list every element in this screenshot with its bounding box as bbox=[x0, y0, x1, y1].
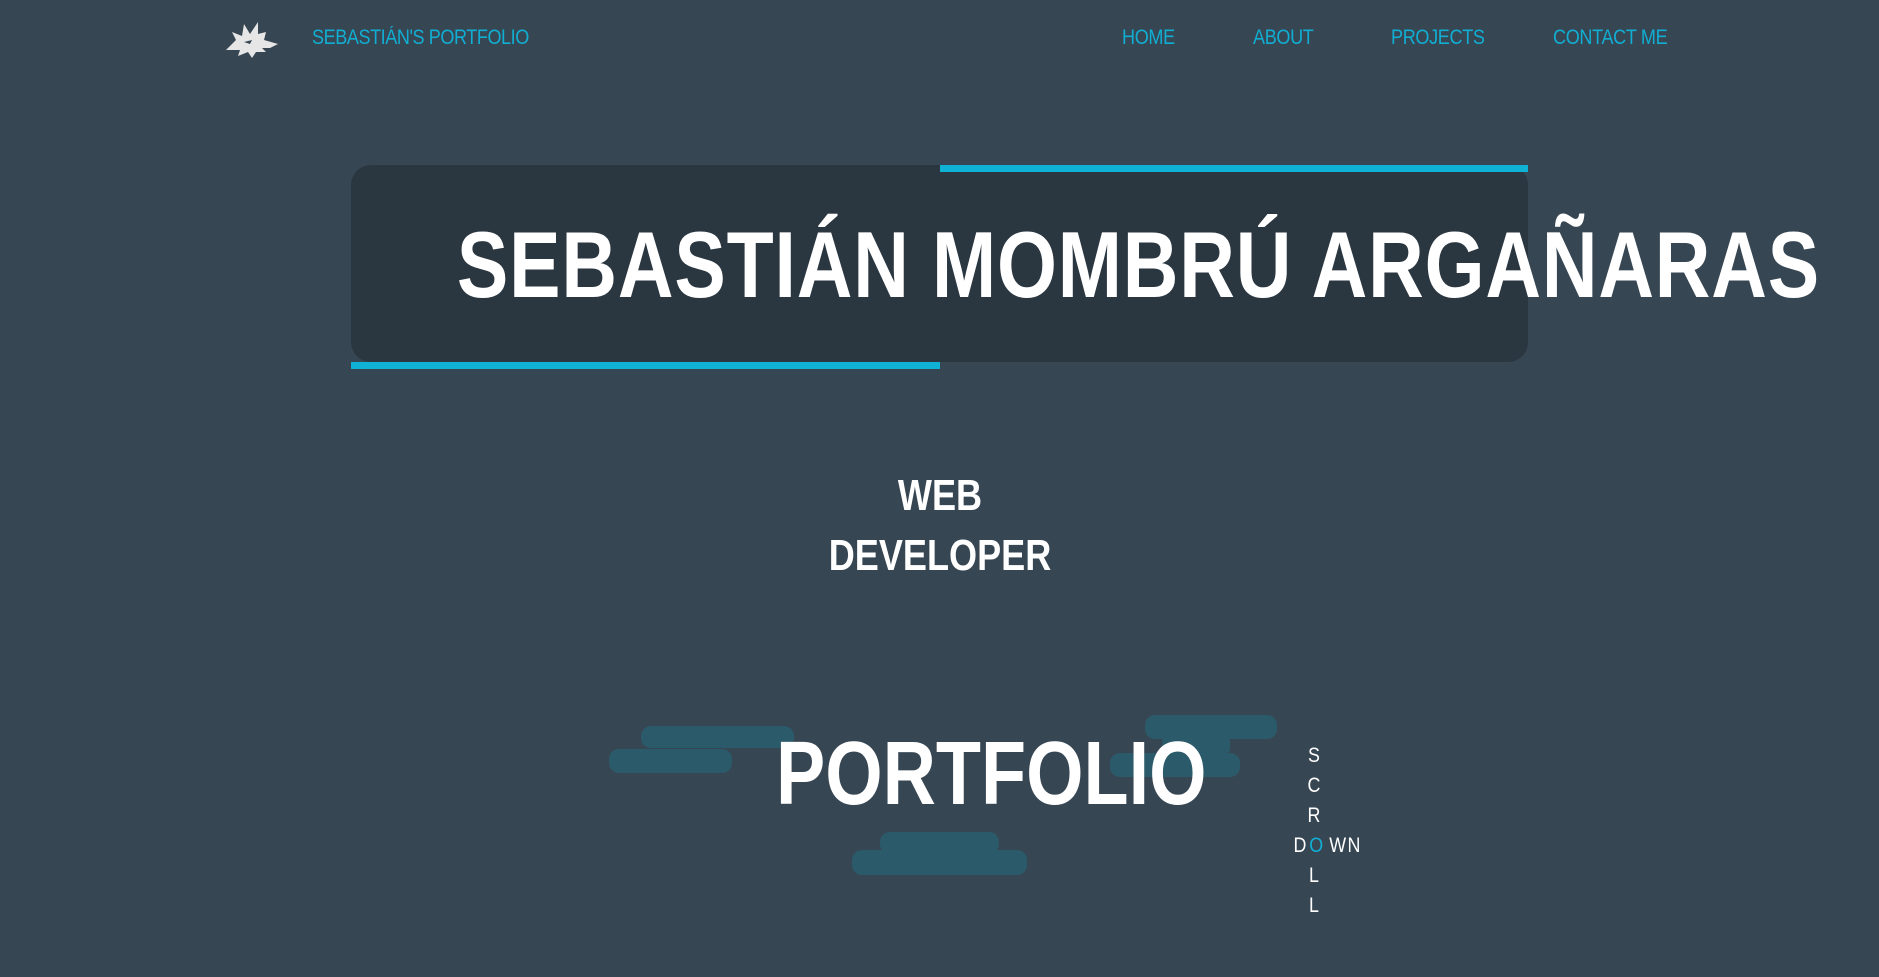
nav-link-contact-me[interactable]: CONTACT ME bbox=[1553, 26, 1668, 50]
hero-accent-bar-bottom bbox=[351, 362, 940, 369]
cloud-decoration bbox=[641, 726, 794, 748]
nav-link-projects[interactable]: PROJECTS bbox=[1391, 26, 1485, 50]
wolf-head-icon[interactable] bbox=[222, 20, 282, 60]
hero-role-line-1: WEB bbox=[897, 471, 983, 520]
cloud-decoration bbox=[609, 749, 732, 773]
nav-link-about[interactable]: ABOUT bbox=[1253, 26, 1314, 50]
hero-name: SEBASTIÁN MOMBRÚ ARGAÑARAS bbox=[456, 212, 1821, 317]
brand-link[interactable]: SEBASTIÁN'S PORTFOLIO bbox=[312, 26, 529, 50]
scroll-letter: L bbox=[1309, 864, 1319, 887]
scroll-letter: R bbox=[1307, 804, 1321, 827]
cloud-decoration bbox=[852, 850, 1027, 875]
down-letter: D bbox=[1293, 834, 1307, 857]
hero-role: WEB DEVELOPER bbox=[776, 466, 1104, 586]
portfolio-heading: PORTFOLIO bbox=[776, 724, 1207, 824]
hero-accent-bar-top bbox=[940, 165, 1528, 172]
down-letter: W bbox=[1329, 834, 1347, 857]
down-letter: N bbox=[1347, 834, 1361, 857]
nav-link-home[interactable]: HOME bbox=[1122, 26, 1175, 50]
hero-role-line-2: DEVELOPER bbox=[828, 531, 1052, 580]
scroll-down-indicator[interactable] bbox=[1290, 740, 1360, 922]
scroll-letter-shared: O bbox=[1309, 834, 1324, 857]
scroll-letter: C bbox=[1307, 774, 1321, 797]
top-nav: SEBASTIÁN'S PORTFOLIO HOME ABOUT PROJECT… bbox=[0, 0, 1879, 84]
scroll-letter: L bbox=[1309, 894, 1319, 917]
scroll-letter: S bbox=[1308, 744, 1320, 767]
page: SEBASTIÁN'S PORTFOLIO HOME ABOUT PROJECT… bbox=[0, 0, 1879, 977]
